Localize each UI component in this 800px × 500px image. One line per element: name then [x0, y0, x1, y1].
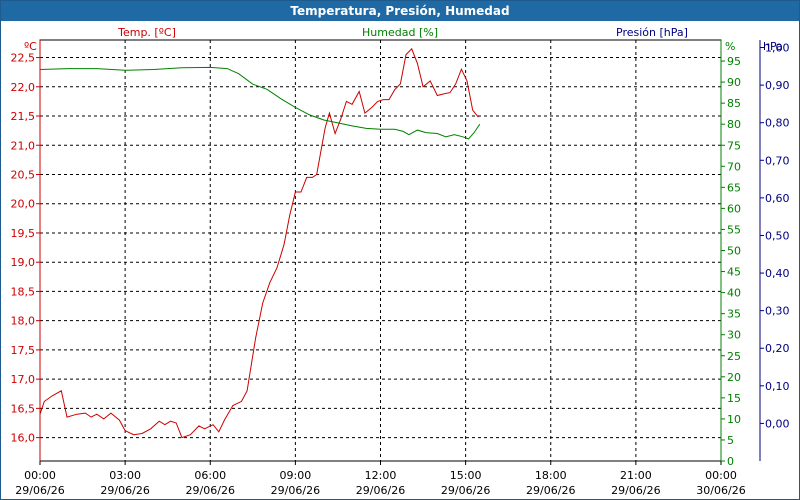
pressure-tick-label: 0,80	[765, 117, 790, 130]
humidity-tick-label: 45	[727, 266, 741, 279]
x-tick-time: 15:00	[450, 469, 482, 482]
x-tick-date: 29/06/26	[526, 484, 575, 497]
humidity-tick-label: 0	[727, 455, 734, 468]
humidity-tick-label: 35	[727, 308, 741, 321]
pressure-axis-title: Presión [hPa]	[616, 26, 688, 39]
humidity-unit-label: %	[725, 40, 735, 53]
x-tick-date: 29/06/26	[15, 484, 64, 497]
humidity-tick-label: 85	[727, 97, 741, 110]
temp-tick-label: 20,5	[11, 168, 36, 181]
pressure-tick-label: 0,20	[765, 342, 790, 355]
chart-canvas: Temp. [ºC] Humedad [%] Presión [hPa] ºC …	[11, 26, 790, 497]
humidity-tick-label: 55	[727, 223, 741, 236]
x-tick-date: 29/06/26	[441, 484, 490, 497]
humidity-tick-label: 15	[727, 392, 741, 405]
humidity-tick-label: 5	[727, 434, 734, 447]
pressure-tick-label: 0,40	[765, 267, 790, 280]
x-tick-time: 03:00	[109, 469, 141, 482]
x-tick-date: 29/06/26	[271, 484, 320, 497]
pressure-tick-label: 0,50	[765, 229, 790, 242]
humidity-axis-title: Humedad [%]	[362, 26, 438, 39]
pressure-tick-label: 0,00	[765, 417, 790, 430]
humidity-tick-label: 20	[727, 371, 741, 384]
humidity-tick-label: 40	[727, 287, 741, 300]
temp-tick-label: 18,0	[11, 315, 36, 328]
x-tick-date: 29/06/26	[100, 484, 149, 497]
pressure-tick-label: 0,10	[765, 380, 790, 393]
humidity-tick-label: 10	[727, 413, 741, 426]
temp-tick-label: 17,5	[11, 344, 36, 357]
humidity-tick-label: 25	[727, 350, 741, 363]
humidity-tick-label: 90	[727, 76, 741, 89]
temp-axis-title: Temp. [ºC]	[117, 26, 176, 39]
temp-tick-label: 19,0	[11, 256, 36, 269]
humidity-tick-label: 75	[727, 139, 741, 152]
pressure-tick-label: 1,00	[765, 42, 790, 55]
x-tick-time: 00:00	[705, 469, 737, 482]
temp-tick-label: 17,0	[11, 373, 36, 386]
temp-tick-label: 18,5	[11, 285, 36, 298]
temp-tick-label: 19,5	[11, 227, 36, 240]
pressure-tick-label: 0,70	[765, 154, 790, 167]
humidity-tick-label: 70	[727, 160, 741, 173]
pressure-tick-label: 0,60	[765, 192, 790, 205]
pressure-tick-label: 0,90	[765, 79, 790, 92]
x-tick-time: 21:00	[620, 469, 652, 482]
temp-tick-label: 20,0	[11, 198, 36, 211]
x-tick-time: 06:00	[194, 469, 226, 482]
x-tick-time: 12:00	[365, 469, 397, 482]
temp-tick-label: 16,5	[11, 402, 36, 415]
pressure-tick-label: 0,30	[765, 305, 790, 318]
x-tick-time: 18:00	[535, 469, 567, 482]
temp-tick-label: 21,0	[11, 139, 36, 152]
humidity-tick-label: 95	[727, 55, 741, 68]
temp-tick-label: 22,0	[11, 81, 36, 94]
x-tick-date: 29/06/26	[611, 484, 660, 497]
x-tick-date: 29/06/26	[186, 484, 235, 497]
temp-tick-label: 22,5	[11, 52, 36, 65]
temp-tick-label: 21,5	[11, 110, 36, 123]
x-tick-time: 09:00	[280, 469, 312, 482]
x-tick-date: 29/06/26	[356, 484, 405, 497]
x-tick-date: 30/06/26	[696, 484, 745, 497]
humidity-tick-label: 65	[727, 181, 741, 194]
humidity-tick-label: 80	[727, 118, 741, 131]
x-tick-time: 00:00	[24, 469, 56, 482]
humidity-tick-label: 50	[727, 245, 741, 258]
temp-tick-label: 16,0	[11, 432, 36, 445]
humidity-tick-label: 60	[727, 202, 741, 215]
humidity-tick-label: 30	[727, 329, 741, 342]
